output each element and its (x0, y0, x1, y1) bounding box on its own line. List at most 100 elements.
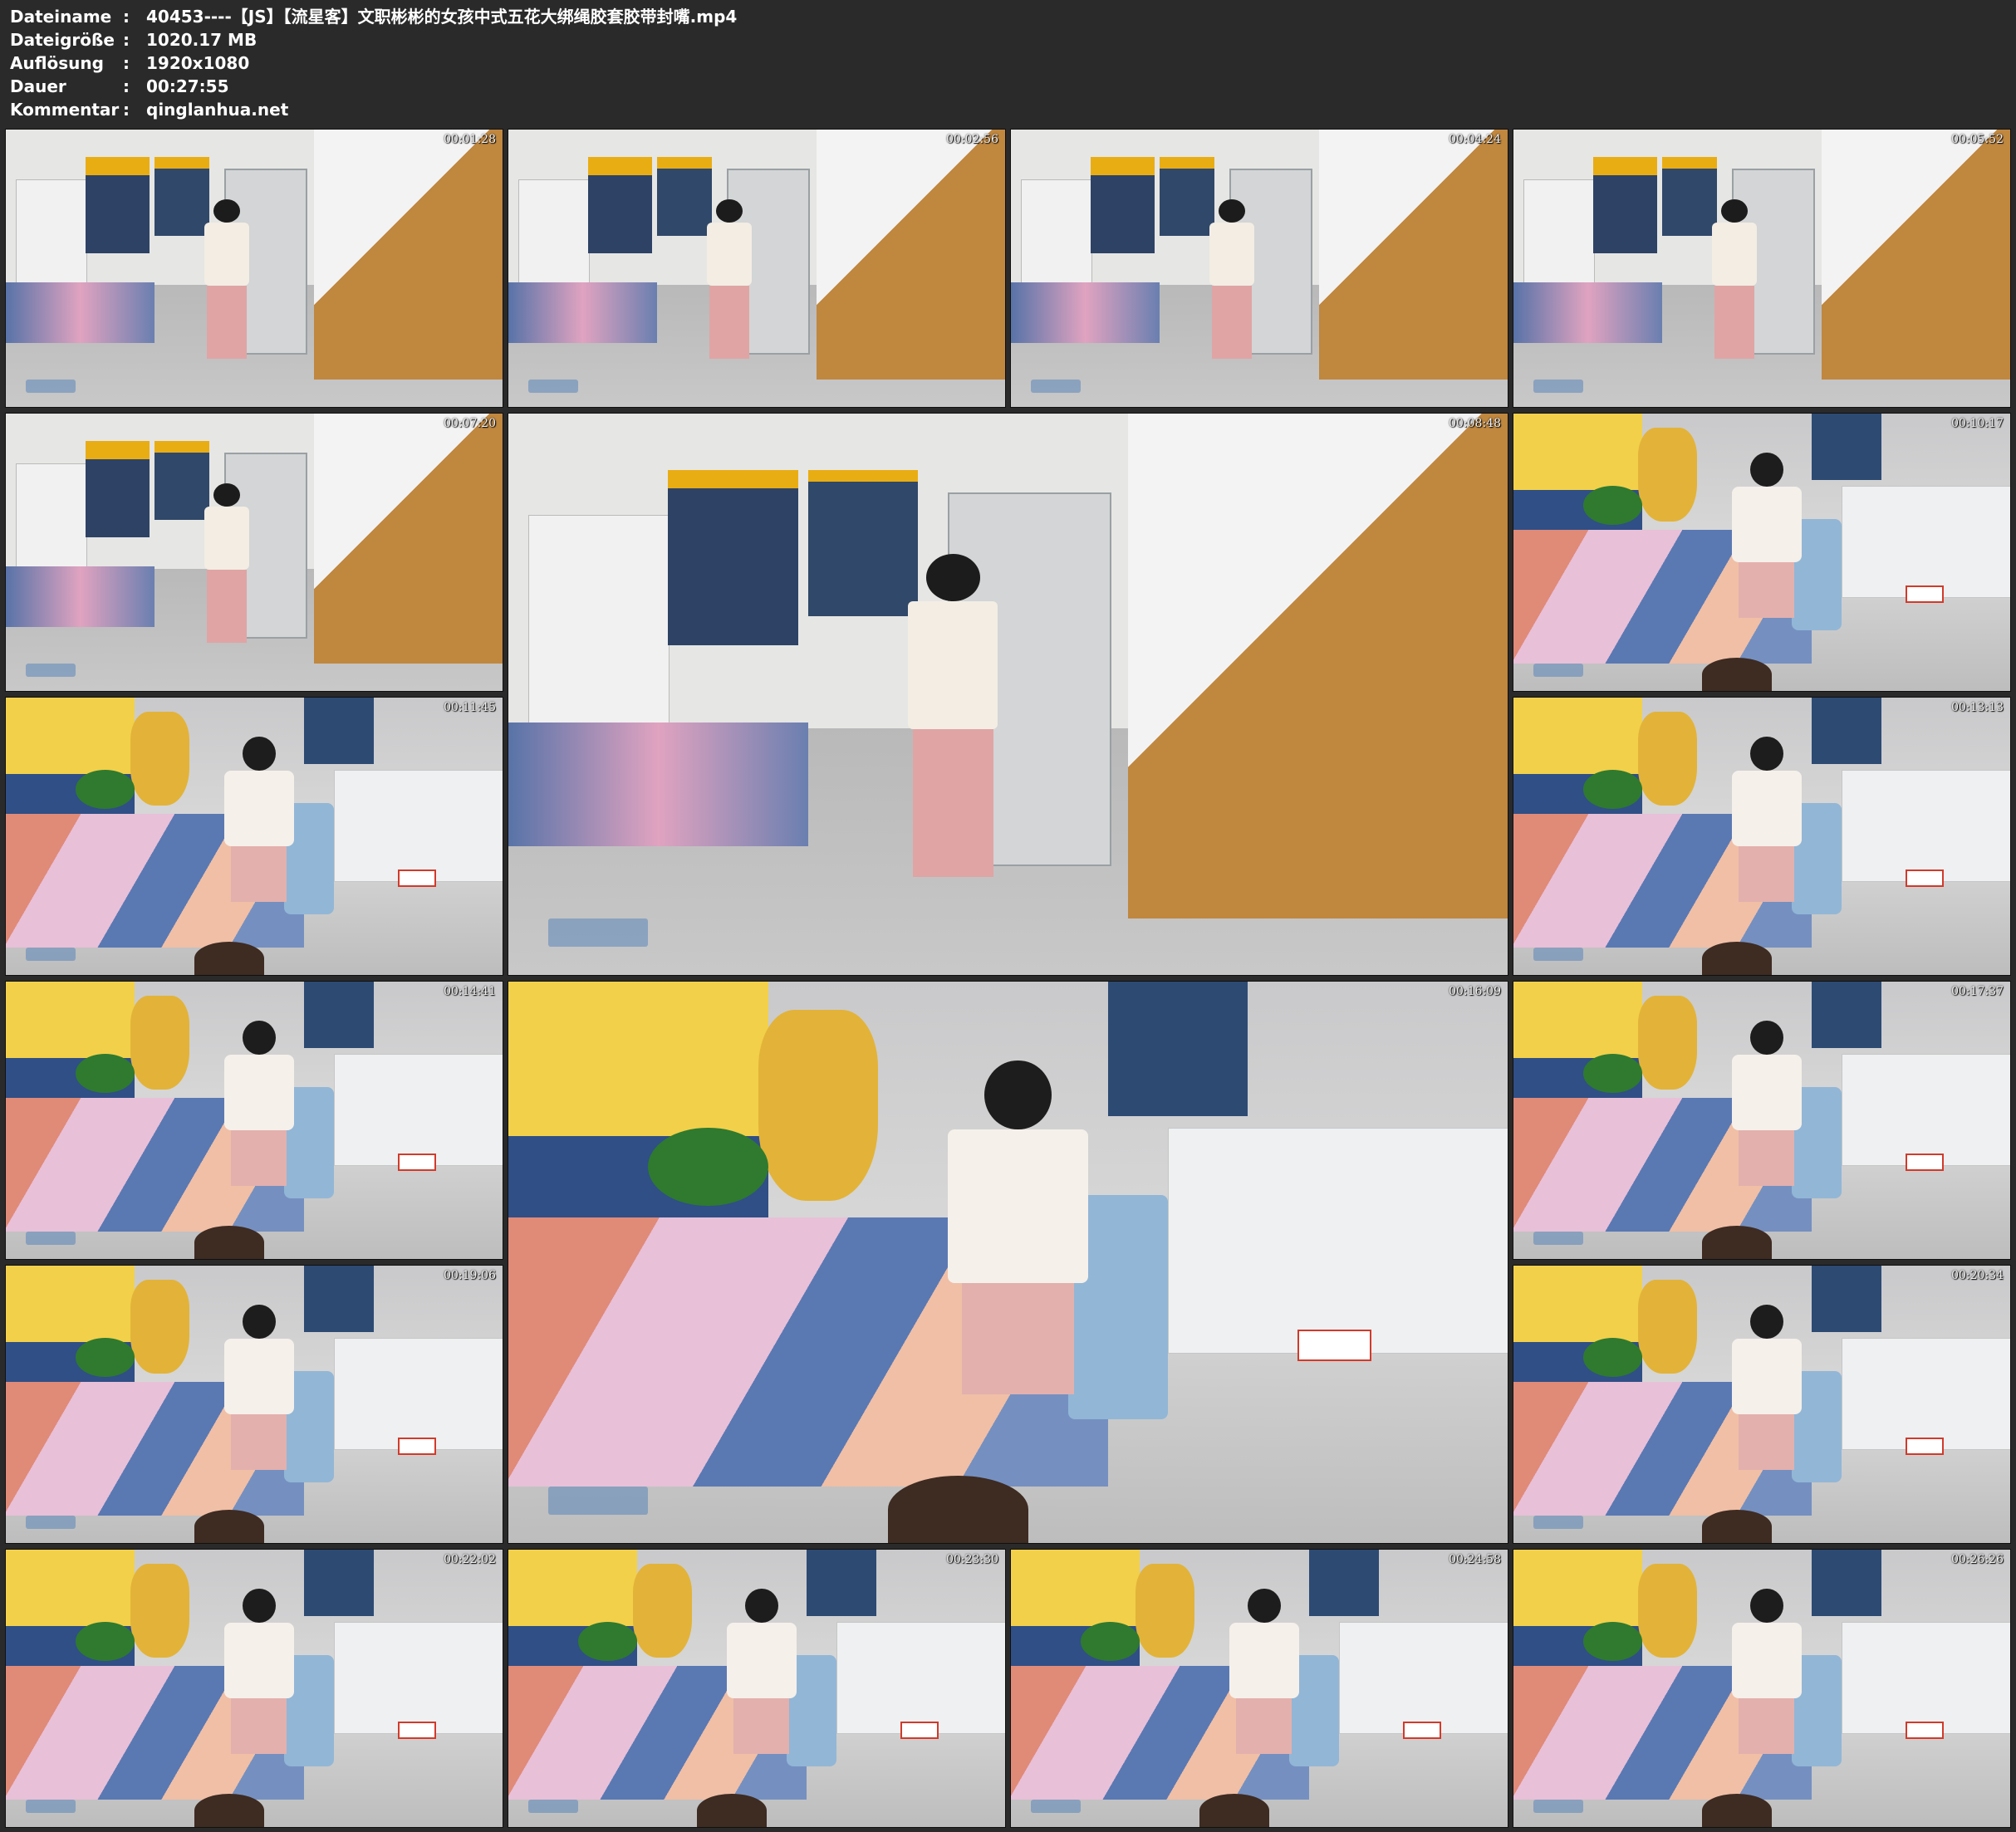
thumbnail-scene-top (1229, 1623, 1299, 1699)
thumbnail-scene-person (224, 1020, 294, 1193)
thumbnail-scene-cabinet (333, 1621, 503, 1735)
thumbnail-scene-shirt1 (668, 469, 798, 645)
file-info-label: Auflösung (10, 53, 104, 73)
thumbnail-scene-overall (1107, 982, 1248, 1117)
thumbnail-scene-person (1732, 1020, 1802, 1193)
thumbnail-scene-cabinet (1841, 769, 2010, 883)
thumbnail-scene-sign (1906, 1438, 1945, 1455)
video-thumbnail[interactable]: 00:26:26 (1513, 1549, 2011, 1828)
thumbnail-scene-top (1712, 222, 1757, 286)
thumbnail-scene-table (1011, 282, 1160, 344)
file-info-value: qinglanhua.net (146, 100, 289, 120)
file-info-panel: Dateiname:40453----【JS】【流星客】文职彬彬的女孩中式五花大… (10, 5, 737, 121)
video-thumbnail[interactable]: 00:22:02 (5, 1549, 503, 1828)
thumbnail-scene-banana (1637, 1279, 1698, 1374)
thumbnail-scene-shirt2 (155, 441, 210, 520)
thumbnail-scene-banana (130, 995, 190, 1090)
thumbnail-scene-head (242, 1020, 277, 1056)
thumbnail-scene-head (1720, 198, 1749, 223)
thumbnail-scene-plant (75, 1337, 135, 1377)
thumbnail-scene-top (1732, 771, 1802, 847)
thumbnail-scene-table (6, 566, 155, 628)
video-thumbnail[interactable]: 00:10:17 (1513, 413, 2011, 692)
thumbnail-timestamp: 00:11:45 (444, 701, 496, 714)
thumbnail-scene-cabinet (1841, 1337, 2010, 1451)
thumbnail-scene-person (707, 198, 752, 365)
thumbnail-timestamp: 00:26:26 (1951, 1553, 2004, 1566)
thumbnail-scene-person (204, 198, 249, 365)
thumbnail-scene-top (727, 1623, 797, 1699)
thumbnail-scene-top (224, 1339, 294, 1415)
thumbnail-timestamp: 00:19:06 (444, 1269, 496, 1282)
thumbnail-scene-head (1749, 1304, 1784, 1340)
thumbnail-scene-banana (130, 711, 190, 806)
thumbnail-timestamp: 00:16:09 (1449, 985, 1501, 998)
video-thumbnail[interactable]: 00:13:13 (1513, 697, 2011, 976)
thumbnail-scene-overall (1811, 1550, 1881, 1617)
thumbnail-scene-top (204, 506, 249, 570)
thumbnail-scene-shirt2 (1160, 157, 1215, 236)
thumbnail-scene-head (1749, 452, 1784, 487)
file-info-row: Dauer:00:27:55 (10, 75, 737, 98)
thumbnail-scene-table (6, 282, 155, 344)
thumbnail-scene-top (224, 771, 294, 847)
video-thumbnail[interactable]: 00:01:28 (5, 129, 503, 408)
video-thumbnail[interactable]: 00:11:45 (5, 697, 503, 976)
video-thumbnail[interactable]: 00:24:58 (1010, 1549, 1508, 1828)
file-info-row: Kommentar: qinglanhua.net (10, 98, 737, 121)
thumbnail-scene-stair (1127, 414, 1508, 919)
thumbnail-scene-plant (1582, 1053, 1643, 1093)
file-info-row: Dateiname:40453----【JS】【流星客】文职彬彬的女孩中式五花大… (10, 5, 737, 28)
video-thumbnail[interactable]: 00:07:20 (5, 413, 503, 692)
thumbnail-scene-stair (313, 130, 503, 380)
thumbnail-scene-top (908, 600, 998, 729)
thumbnail-scene-overall (303, 982, 374, 1049)
thumbnail-scene-head (984, 1060, 1052, 1130)
thumbnail-scene-person (1732, 736, 1802, 909)
thumbnail-scene-top (1732, 1623, 1802, 1699)
thumbnail-scene-shirt2 (1662, 157, 1718, 236)
thumbnail-scene-shirt1 (1592, 157, 1658, 253)
thumbnail-scene-top (1209, 222, 1254, 286)
video-thumbnail[interactable]: 00:14:41 (5, 981, 503, 1260)
thumbnail-scene-head (744, 1588, 779, 1624)
video-thumbnail[interactable]: 00:02:56 (508, 129, 1006, 408)
video-thumbnail[interactable]: 00:08:48 (508, 413, 1508, 976)
thumbnail-scene-pants (231, 1698, 287, 1754)
file-info-row: Auflösung:1920x1080 (10, 51, 737, 75)
thumbnail-scene-sign (398, 869, 437, 887)
thumbnail-scene-top (948, 1129, 1088, 1283)
video-thumbnail[interactable]: 00:17:37 (1513, 981, 2011, 1260)
thumbnail-scene-logo (1533, 947, 1583, 962)
video-thumbnail[interactable]: 00:23:30 (508, 1549, 1006, 1828)
thumbnail-scene-pants (1739, 1414, 1795, 1470)
thumbnail-scene-overall (303, 1550, 374, 1617)
thumbnail-scene-bin (697, 1793, 767, 1827)
thumbnail-scene-cabinet (1338, 1621, 1508, 1735)
video-thumbnail[interactable]: 00:16:09 (508, 981, 1508, 1544)
thumbnail-scene-stair (816, 130, 1005, 380)
thumbnail-scene-logo (1533, 1799, 1583, 1814)
thumbnail-scene-logo (527, 1799, 578, 1814)
video-thumbnail[interactable]: 00:20:34 (1513, 1265, 2011, 1544)
thumbnail-scene-top (204, 222, 249, 286)
video-thumbnail[interactable]: 00:19:06 (5, 1265, 503, 1544)
thumbnail-scene-plant (75, 1621, 135, 1661)
thumbnail-timestamp: 00:10:17 (1951, 417, 2004, 430)
thumbnail-scene-overall (806, 1550, 876, 1617)
file-info-label: Dateiname (10, 7, 112, 27)
file-info-separator: : (123, 7, 130, 27)
file-info-label: Kommentar (10, 100, 120, 120)
thumbnail-scene-pants (231, 846, 287, 902)
video-thumbnail[interactable]: 00:04:24 (1010, 129, 1508, 408)
thumbnail-scene-banana (758, 1009, 879, 1201)
thumbnail-scene-bin (1702, 1509, 1772, 1543)
thumbnail-scene-pants (231, 1130, 287, 1186)
thumbnail-scene-person (1732, 1588, 1802, 1761)
thumbnail-timestamp: 00:02:56 (946, 133, 998, 146)
thumbnail-scene-top (1732, 1055, 1802, 1131)
video-thumbnail[interactable]: 00:05:52 (1513, 129, 2011, 408)
thumbnail-scene-bin (1702, 657, 1772, 691)
thumbnail-timestamp: 00:17:37 (1951, 985, 2004, 998)
thumbnail-scene-stair (313, 414, 503, 664)
